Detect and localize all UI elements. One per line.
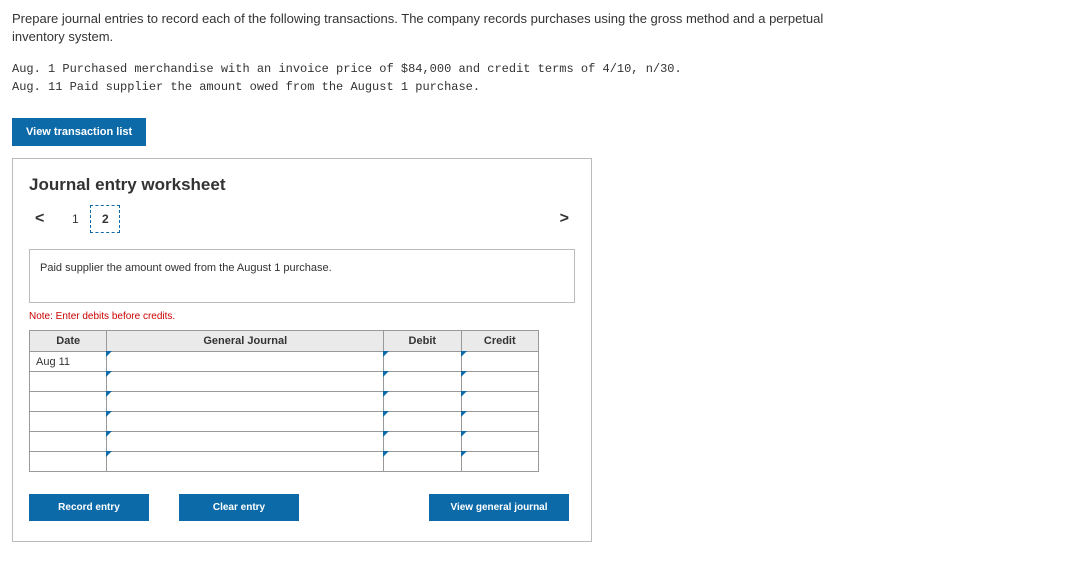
account-cell[interactable] <box>107 432 384 452</box>
journal-entry-table: Date General Journal Debit Credit Aug 11 <box>29 330 539 472</box>
transaction-description-box: Paid supplier the amount owed from the A… <box>29 249 575 303</box>
dropdown-icon <box>106 371 112 377</box>
view-transaction-list-button[interactable]: View transaction list <box>12 118 146 146</box>
dropdown-icon <box>383 411 389 417</box>
dropdown-icon <box>461 371 467 377</box>
debits-before-credits-note: Note: Enter debits before credits. <box>29 311 575 322</box>
account-cell[interactable] <box>107 412 384 432</box>
credit-cell[interactable] <box>461 412 538 432</box>
chevron-right-icon[interactable]: > <box>554 210 575 228</box>
worksheet-nav: < 1 2 > <box>29 205 575 233</box>
dropdown-icon <box>383 371 389 377</box>
date-cell[interactable] <box>30 392 107 412</box>
worksheet-button-row: Record entry Clear entry View general jo… <box>29 494 569 521</box>
journal-worksheet-panel: Journal entry worksheet < 1 2 > Paid sup… <box>12 158 592 542</box>
instructions-text: Prepare journal entries to record each o… <box>12 10 832 46</box>
date-cell[interactable] <box>30 412 107 432</box>
credit-cell[interactable] <box>461 352 538 372</box>
dropdown-icon <box>106 351 112 357</box>
credit-cell[interactable] <box>461 432 538 452</box>
header-general-journal: General Journal <box>107 331 384 352</box>
dropdown-icon <box>106 411 112 417</box>
debit-cell[interactable] <box>384 352 461 372</box>
view-general-journal-button[interactable]: View general journal <box>429 494 569 521</box>
dropdown-icon <box>106 431 112 437</box>
table-row <box>30 412 539 432</box>
dropdown-icon <box>383 451 389 457</box>
dropdown-icon <box>461 391 467 397</box>
debit-cell[interactable] <box>384 412 461 432</box>
dropdown-icon <box>383 351 389 357</box>
transaction-lines: Aug. 1 Purchased merchandise with an inv… <box>12 60 1058 96</box>
dropdown-icon <box>461 431 467 437</box>
dropdown-icon <box>461 451 467 457</box>
table-row <box>30 372 539 392</box>
account-cell[interactable] <box>107 452 384 472</box>
dropdown-icon <box>106 391 112 397</box>
date-cell[interactable] <box>30 432 107 452</box>
worksheet-tab-1[interactable]: 1 <box>60 205 90 233</box>
table-row: Aug 11 <box>30 352 539 372</box>
date-cell[interactable]: Aug 11 <box>30 352 107 372</box>
header-debit: Debit <box>384 331 461 352</box>
record-entry-button[interactable]: Record entry <box>29 494 149 521</box>
debit-cell[interactable] <box>384 432 461 452</box>
dropdown-icon <box>106 451 112 457</box>
account-cell[interactable] <box>107 372 384 392</box>
account-cell[interactable] <box>107 352 384 372</box>
header-date: Date <box>30 331 107 352</box>
dropdown-icon <box>461 351 467 357</box>
dropdown-icon <box>383 431 389 437</box>
table-row <box>30 392 539 412</box>
clear-entry-button[interactable]: Clear entry <box>179 494 299 521</box>
credit-cell[interactable] <box>461 452 538 472</box>
account-cell[interactable] <box>107 392 384 412</box>
dropdown-icon <box>383 391 389 397</box>
worksheet-title: Journal entry worksheet <box>29 175 575 195</box>
credit-cell[interactable] <box>461 372 538 392</box>
chevron-left-icon[interactable]: < <box>29 210 50 228</box>
dropdown-icon <box>461 411 467 417</box>
debit-cell[interactable] <box>384 452 461 472</box>
credit-cell[interactable] <box>461 392 538 412</box>
transaction-line-2: Aug. 11 Paid supplier the amount owed fr… <box>12 78 1058 96</box>
date-cell[interactable] <box>30 452 107 472</box>
table-row <box>30 452 539 472</box>
header-credit: Credit <box>461 331 538 352</box>
debit-cell[interactable] <box>384 392 461 412</box>
date-cell[interactable] <box>30 372 107 392</box>
debit-cell[interactable] <box>384 372 461 392</box>
table-row <box>30 432 539 452</box>
worksheet-tab-2[interactable]: 2 <box>90 205 120 233</box>
transaction-line-1: Aug. 1 Purchased merchandise with an inv… <box>12 60 1058 78</box>
